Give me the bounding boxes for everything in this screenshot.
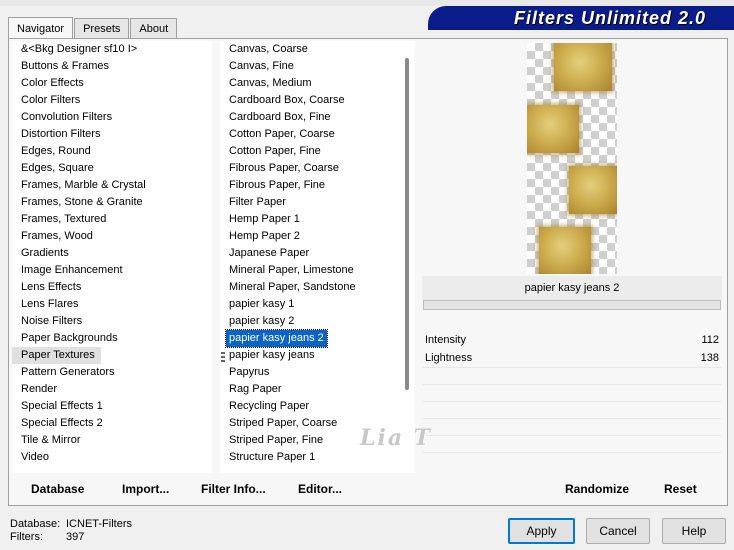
filter-item[interactable]: Canvas, Fine: [220, 58, 415, 75]
filter-item[interactable]: Canvas, Coarse: [220, 41, 415, 58]
param-value: 138: [700, 352, 719, 364]
filter-item[interactable]: Fibrous Paper, Fine: [220, 177, 415, 194]
filter-item[interactable]: Canvas, Medium: [220, 75, 415, 92]
left-button-bar: Database Import... Filter Info... Editor…: [0, 479, 420, 499]
tab-presets[interactable]: Presets: [74, 18, 130, 38]
category-item[interactable]: Buttons & Frames: [12, 58, 212, 75]
filter-item[interactable]: papier kasy 2: [220, 313, 415, 330]
filter-item[interactable]: Cotton Paper, Coarse: [220, 126, 415, 143]
filter-item[interactable]: Filter Paper: [220, 194, 415, 211]
database-status-value: ICNET-Filters: [66, 518, 132, 530]
category-item[interactable]: Image Enhancement: [12, 262, 212, 279]
category-item-selected[interactable]: Paper Textures: [12, 347, 101, 364]
filter-item[interactable]: Papyrus: [220, 364, 415, 381]
preview-tile: [527, 105, 579, 153]
drag-handle-icon[interactable]: [221, 352, 225, 364]
filters-count-value: 397: [66, 531, 85, 543]
category-item[interactable]: Distortion Filters: [12, 126, 212, 143]
cancel-button[interactable]: Cancel: [586, 518, 650, 544]
progress-bar: [423, 300, 721, 310]
param-slot-divider: [423, 435, 721, 436]
reset-button[interactable]: Reset: [664, 479, 697, 499]
param-slot-divider: [423, 401, 721, 402]
filter-item[interactable]: papier kasy jeans: [220, 347, 415, 364]
param-slot-divider: [423, 367, 721, 368]
filter-item[interactable]: Recycling Paper: [220, 398, 415, 415]
param-intensity[interactable]: Intensity 112: [422, 332, 722, 349]
preview-tile: [554, 43, 612, 91]
filter-item[interactable]: papier kasy 1: [220, 296, 415, 313]
filter-item-selected[interactable]: papier kasy jeans 2: [225, 329, 328, 348]
category-item[interactable]: Special Effects 1: [12, 398, 212, 415]
category-item[interactable]: Convolution Filters: [12, 109, 212, 126]
filter-item[interactable]: Cardboard Box, Fine: [220, 109, 415, 126]
param-lightness[interactable]: Lightness 138: [422, 350, 722, 367]
filter-item[interactable]: Cardboard Box, Coarse: [220, 92, 415, 109]
database-status-label: Database:: [10, 518, 61, 530]
preview-image: [527, 43, 617, 275]
category-item[interactable]: Color Filters: [12, 92, 212, 109]
category-item[interactable]: Special Effects 2: [12, 415, 212, 432]
filter-list-scrollbar[interactable]: [405, 58, 409, 390]
help-button[interactable]: Help: [662, 518, 726, 544]
tab-bar: Navigator Presets About: [8, 16, 178, 39]
category-item[interactable]: Paper Backgrounds: [12, 330, 212, 347]
tab-navigator[interactable]: Navigator: [8, 17, 74, 39]
filter-item[interactable]: Cotton Paper, Fine: [220, 143, 415, 160]
category-item[interactable]: Noise Filters: [12, 313, 212, 330]
category-item[interactable]: &<Bkg Designer sf10 I>: [12, 41, 212, 58]
category-item[interactable]: Color Effects: [12, 75, 212, 92]
filter-info-button[interactable]: Filter Info...: [201, 479, 266, 499]
filter-name-label: papier kasy jeans 2: [422, 276, 722, 300]
filter-item[interactable]: Hemp Paper 1: [220, 211, 415, 228]
randomize-button[interactable]: Randomize: [565, 479, 629, 499]
category-item[interactable]: Render: [12, 381, 212, 398]
tab-about[interactable]: About: [130, 18, 178, 38]
category-item[interactable]: Frames, Marble & Crystal: [12, 177, 212, 194]
category-item[interactable]: Edges, Square: [12, 160, 212, 177]
category-item[interactable]: Pattern Generators: [12, 364, 212, 381]
right-button-bar: Randomize Reset: [420, 479, 720, 499]
category-item[interactable]: Frames, Stone & Granite: [12, 194, 212, 211]
category-item[interactable]: Frames, Textured: [12, 211, 212, 228]
param-label: Lightness: [425, 352, 473, 364]
param-value: 112: [701, 334, 719, 346]
param-slot-divider: [423, 452, 721, 453]
category-item[interactable]: Frames, Wood: [12, 228, 212, 245]
editor-button[interactable]: Editor...: [298, 479, 342, 499]
filter-list[interactable]: Canvas, Coarse Canvas, Fine Canvas, Medi…: [220, 41, 415, 473]
banner-title: Filters Unlimited 2.0: [513, 7, 706, 28]
filter-item[interactable]: Japanese Paper: [220, 245, 415, 262]
filter-item[interactable]: Hemp Paper 2: [220, 228, 415, 245]
category-item[interactable]: Lens Flares: [12, 296, 212, 313]
status-footer: Database: ICNET-Filters Filters: 397: [10, 518, 132, 544]
param-label: Intensity: [425, 334, 466, 346]
category-item[interactable]: Gradients: [12, 245, 212, 262]
apply-button[interactable]: Apply: [508, 518, 575, 544]
import-button[interactable]: Import...: [122, 479, 169, 499]
watermark: Lia T: [360, 425, 433, 451]
filter-item[interactable]: Mineral Paper, Sandstone: [220, 279, 415, 296]
filters-count-label: Filters:: [10, 531, 43, 543]
category-item[interactable]: Edges, Round: [12, 143, 212, 160]
category-item[interactable]: Lens Effects: [12, 279, 212, 296]
param-slot-divider: [423, 418, 721, 419]
category-item[interactable]: Tile & Mirror: [12, 432, 212, 449]
category-list[interactable]: &<Bkg Designer sf10 I> Buttons & Frames …: [12, 41, 212, 473]
database-button[interactable]: Database: [31, 479, 84, 499]
filter-item[interactable]: Rag Paper: [220, 381, 415, 398]
preview-tile: [569, 166, 617, 214]
preview-tile: [539, 227, 591, 275]
filter-item[interactable]: Mineral Paper, Limestone: [220, 262, 415, 279]
param-slot-divider: [423, 384, 721, 385]
filters-unlimited-banner: Filters Unlimited 2.0: [428, 6, 734, 30]
filter-item[interactable]: Fibrous Paper, Coarse: [220, 160, 415, 177]
filter-item[interactable]: Structure Paper 1: [220, 449, 415, 466]
category-item[interactable]: Video: [12, 449, 212, 466]
